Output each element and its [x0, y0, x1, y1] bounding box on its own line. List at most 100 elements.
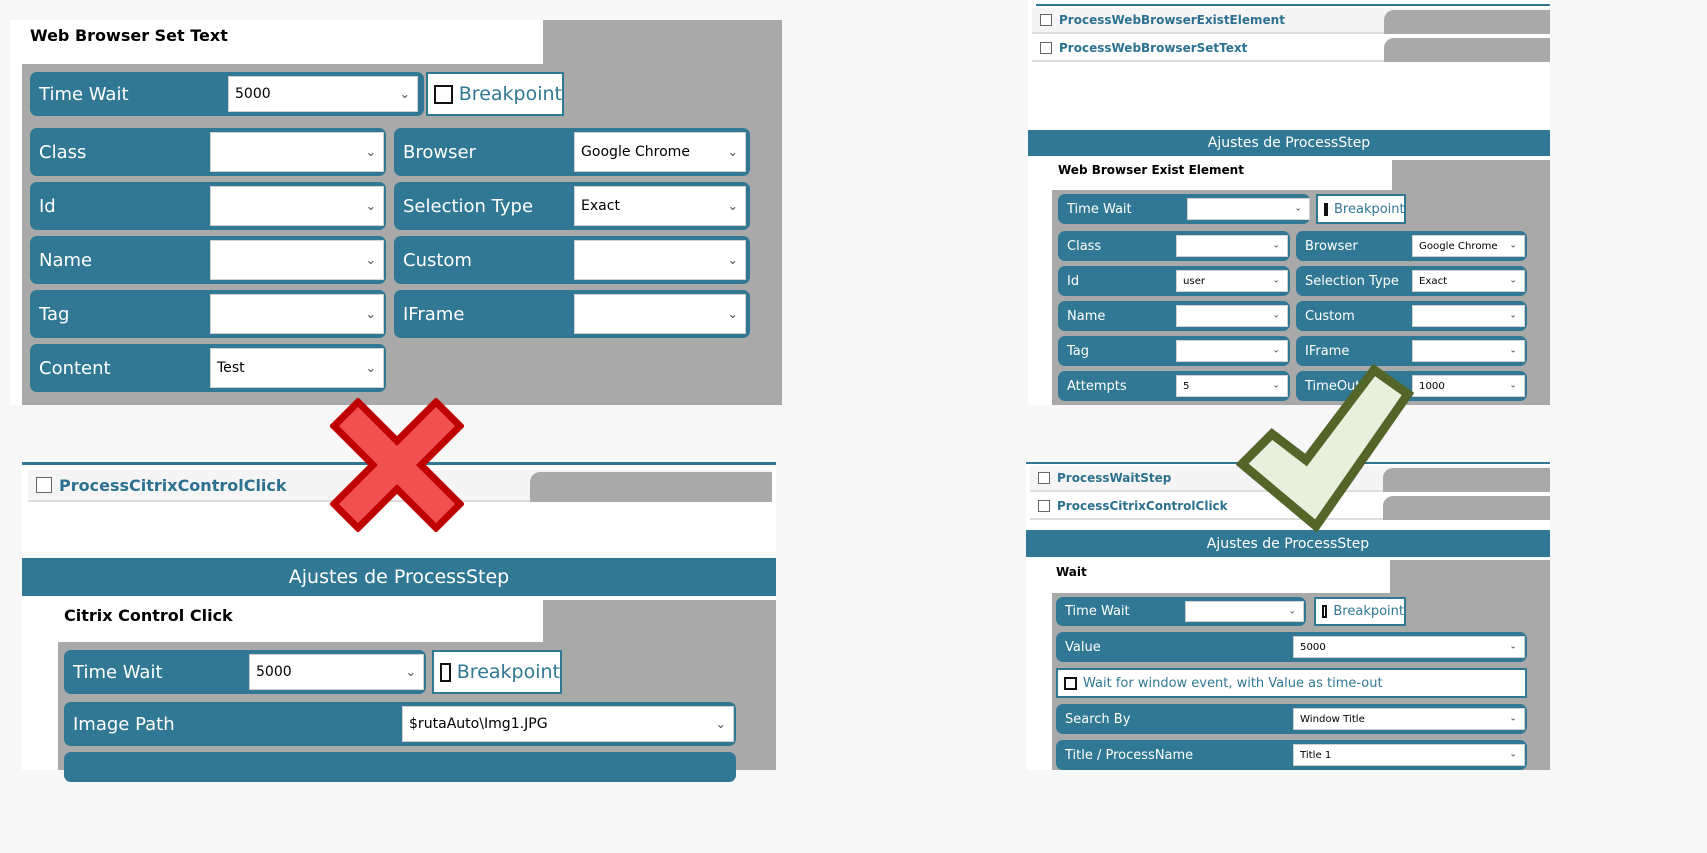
field-label: Id	[39, 195, 56, 217]
chevron-down-icon: ⌄	[1272, 310, 1280, 321]
wait-event-label: Wait for window event, with Value as tim…	[1083, 675, 1383, 691]
field-select[interactable]: 5000 ⌄	[1293, 636, 1525, 658]
breakpoint-checkbox[interactable]: Breakpoint	[1314, 597, 1406, 626]
list-item-label: ProcessWebBrowserSetText	[1059, 41, 1248, 55]
field-select[interactable]: ⌄	[210, 294, 384, 334]
checkbox-icon	[1040, 14, 1052, 26]
chevron-down-icon: ⌄	[399, 85, 410, 101]
field-select[interactable]: ⌄	[210, 132, 384, 172]
field-label: Selection Type	[1305, 273, 1399, 289]
field-value: 5000	[235, 86, 271, 102]
settings-header: Ajustes de ProcessStep	[1028, 130, 1550, 156]
wait-event-checkbox[interactable]: Wait for window event, with Value as tim…	[1056, 668, 1527, 698]
chevron-down-icon: ⌄	[1509, 275, 1517, 286]
field-label: Class	[1067, 238, 1102, 254]
field-select[interactable]: ⌄	[1185, 601, 1304, 622]
step-title: Web Browser Exist Element	[1058, 163, 1244, 177]
field-select[interactable]: Exact ⌄	[1412, 270, 1525, 292]
field-select[interactable]: $rutaAuto\Img1.JPG ⌄	[402, 706, 734, 742]
field-label: Tag	[1067, 343, 1090, 359]
field-select[interactable]: user ⌄	[1176, 270, 1288, 292]
checkbox-icon	[440, 662, 451, 682]
field-select[interactable]: ⌄	[1187, 198, 1310, 220]
field-select[interactable]: ⌄	[1412, 340, 1525, 362]
field-select[interactable]: Title 1 ⌄	[1293, 744, 1525, 766]
field-select[interactable]: ⌄	[1412, 305, 1525, 327]
breakpoint-label: Breakpoint	[1334, 201, 1405, 217]
list-item-label: ProcessWebBrowserExistElement	[1059, 13, 1285, 27]
chevron-down-icon: ⌄	[365, 143, 376, 159]
breakpoint-checkbox[interactable]: Breakpoint	[432, 650, 562, 694]
field-label: Attempts	[1067, 378, 1127, 394]
field-label: Image Path	[73, 713, 175, 735]
chevron-down-icon: ⌄	[1509, 310, 1517, 321]
list-item-tab	[1384, 38, 1550, 62]
breakpoint-checkbox[interactable]: Breakpoint	[426, 72, 564, 116]
chevron-down-icon: ⌄	[365, 359, 376, 375]
breakpoint-checkbox[interactable]: Breakpoint	[1316, 194, 1406, 224]
field-label: Search By	[1065, 711, 1131, 727]
breakpoint-label: Breakpoint	[458, 83, 562, 105]
checkbox-icon	[36, 477, 52, 493]
field-select[interactable]: ⌄	[1176, 340, 1288, 362]
field-label: Time Wait	[1065, 604, 1130, 619]
divider	[1036, 4, 1550, 6]
step-title: Wait	[1056, 565, 1087, 579]
field-select[interactable]: Exact ⌄	[574, 186, 746, 226]
field-label: Selection Type	[403, 195, 534, 217]
field-label: Name	[39, 249, 93, 271]
field-select[interactable]: ⌄	[210, 186, 384, 226]
field-select[interactable]: 5000 ⌄	[228, 76, 418, 112]
breakpoint-label: Breakpoint	[456, 661, 560, 683]
field-label: Name	[1067, 308, 1106, 324]
field-value: 5000	[256, 664, 292, 680]
chevron-down-icon: ⌄	[1509, 749, 1517, 760]
field-label: Class	[39, 141, 87, 163]
field-value: Test	[217, 360, 245, 376]
field-select[interactable]: Test ⌄	[210, 348, 384, 388]
list-item-tab	[530, 472, 772, 502]
list-item-label: ProcessCitrixControlClick	[59, 475, 287, 495]
field-select[interactable]: ⌄	[574, 240, 746, 280]
chevron-down-icon: ⌄	[1272, 345, 1280, 356]
field-value: Google Chrome	[1419, 240, 1498, 252]
field-select[interactable]: Window Title ⌄	[1293, 708, 1525, 730]
field-select[interactable]: ⌄	[1176, 235, 1288, 257]
field-value: $rutaAuto\Img1.JPG	[409, 716, 548, 732]
field-value: Title 1	[1300, 749, 1332, 761]
green-check-icon	[1236, 364, 1415, 533]
field-select[interactable]: 1000 ⌄	[1412, 375, 1525, 397]
checkbox-icon	[1040, 42, 1052, 54]
step-title: Citrix Control Click	[64, 606, 233, 625]
checkbox-icon	[1064, 676, 1077, 690]
list-item-label: ProcessCitrixControlClick	[1057, 499, 1228, 513]
chevron-down-icon: ⌄	[1288, 606, 1296, 616]
field-label: Custom	[403, 249, 472, 271]
field-value: Exact	[1419, 275, 1448, 287]
field-label: Time Wait	[39, 83, 129, 105]
field-value: Exact	[581, 198, 620, 214]
chevron-down-icon: ⌄	[1509, 240, 1517, 251]
chevron-down-icon: ⌄	[405, 663, 416, 679]
chevron-down-icon: ⌄	[727, 197, 738, 213]
checkbox-icon	[1322, 605, 1328, 618]
chevron-down-icon: ⌄	[727, 143, 738, 159]
settings-header: Ajustes de ProcessStep	[1026, 530, 1550, 557]
field-select[interactable]: ⌄	[210, 240, 384, 280]
field-select[interactable]: Google Chrome ⌄	[574, 132, 746, 172]
chevron-down-icon: ⌄	[1272, 240, 1280, 251]
chevron-down-icon: ⌄	[1509, 380, 1517, 391]
list-item-tab	[1384, 10, 1550, 34]
checkbox-icon	[1324, 202, 1328, 216]
field-label: Tag	[39, 303, 70, 325]
field-label: Browser	[1305, 238, 1358, 254]
field-select[interactable]: ⌄	[574, 294, 746, 334]
checkbox-icon	[1038, 500, 1050, 512]
chevron-down-icon: ⌄	[1294, 203, 1302, 214]
field-value: Window Title	[1300, 713, 1365, 725]
field-select[interactable]: Google Chrome ⌄	[1412, 235, 1525, 257]
field-select[interactable]: ⌄	[1176, 305, 1288, 327]
field-label: Id	[1067, 273, 1080, 289]
field-select[interactable]: 5000 ⌄	[249, 654, 424, 690]
settings-header: Ajustes de ProcessStep	[22, 558, 776, 596]
